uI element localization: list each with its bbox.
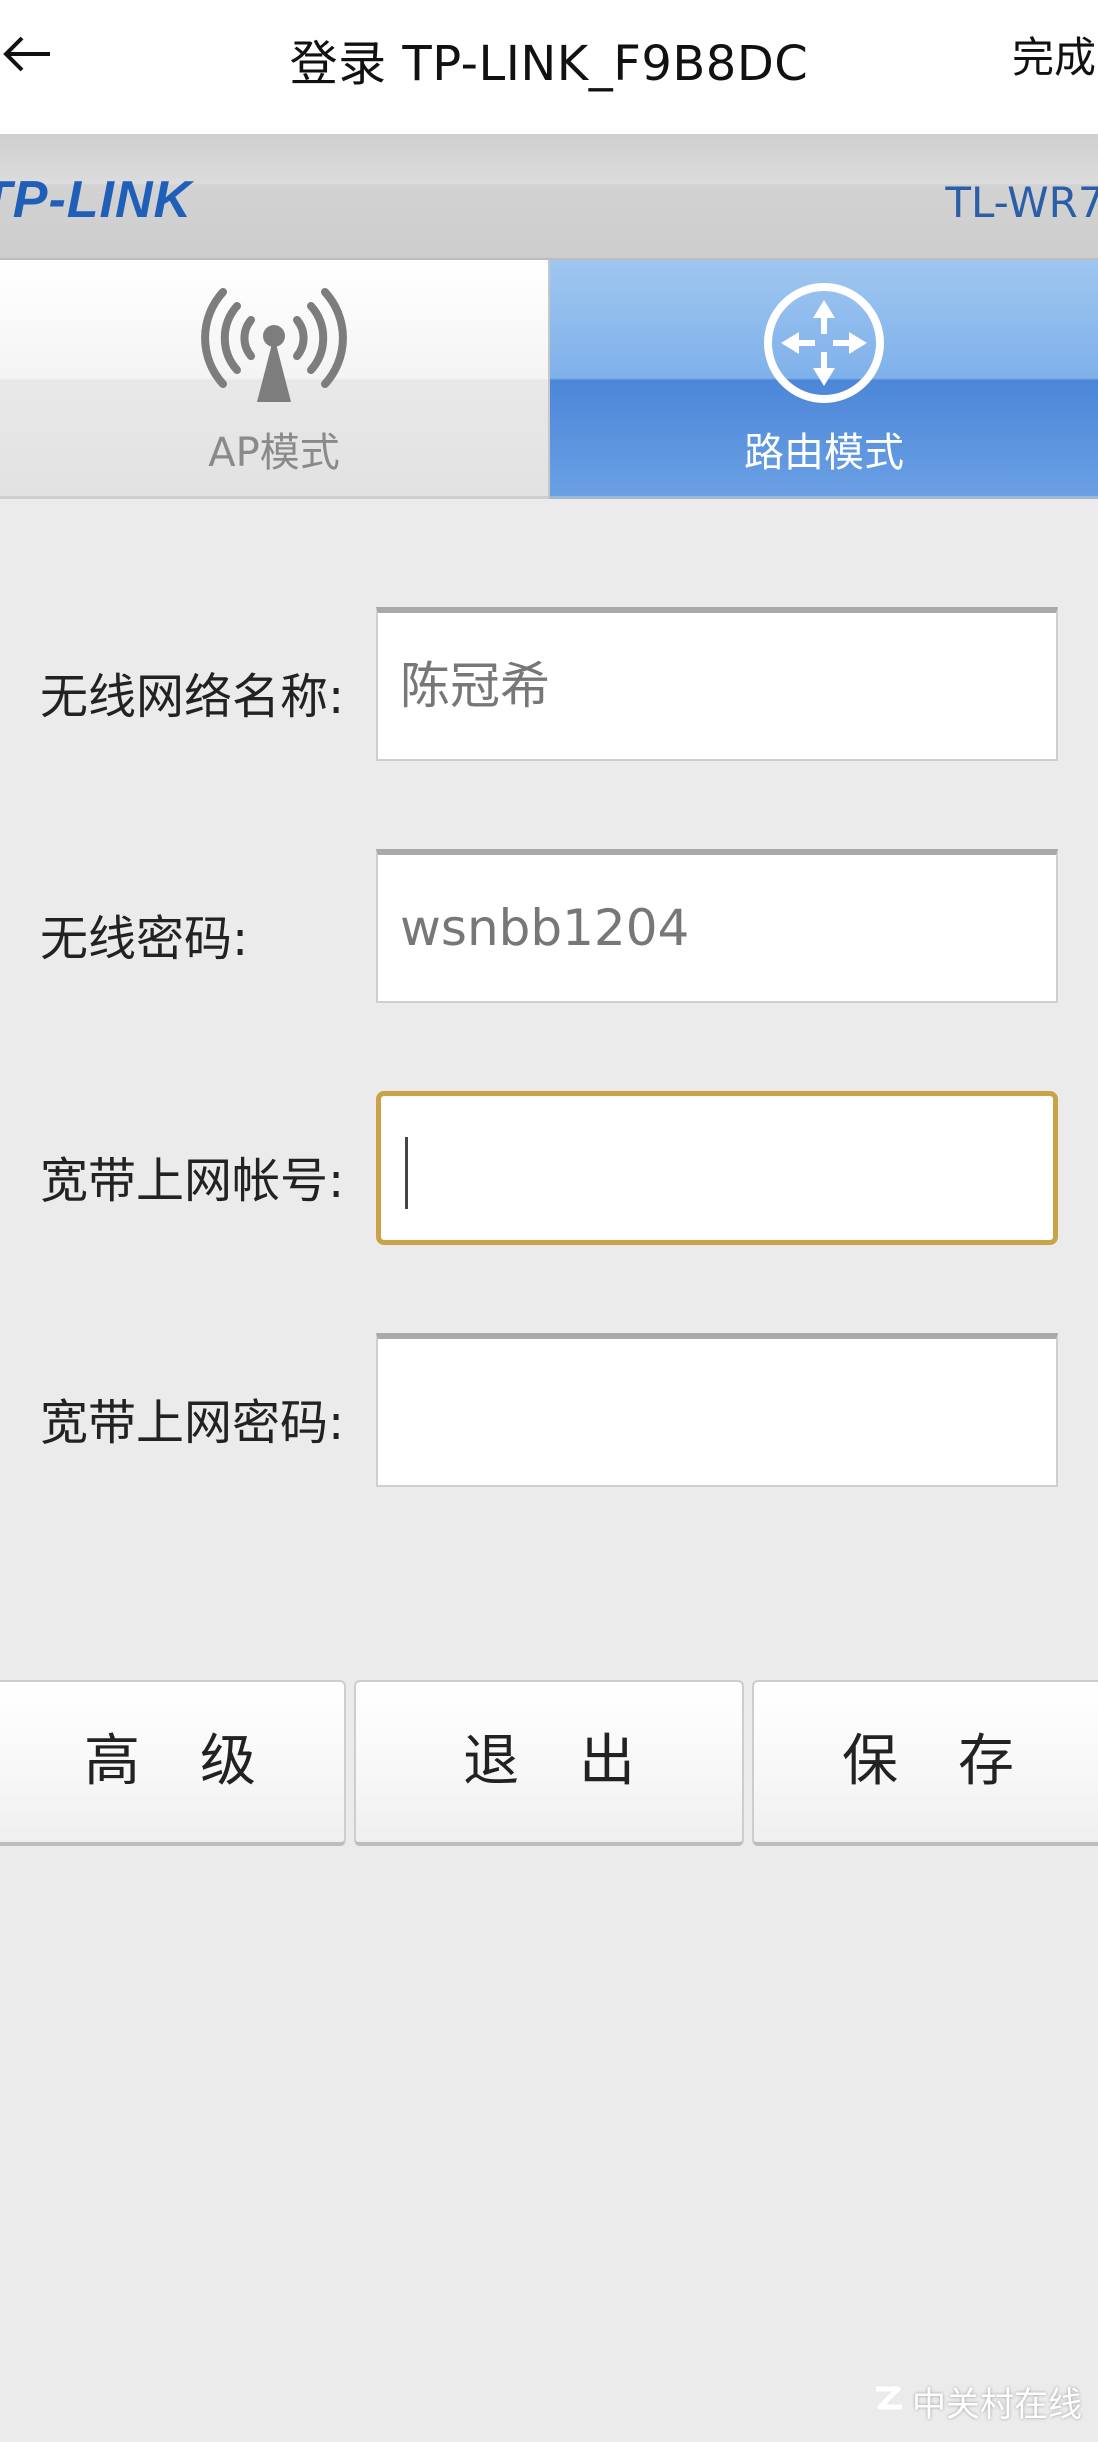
text-caret [405,1136,408,1209]
ssid-input[interactable]: 陈冠希 [376,607,1058,761]
wifi-password-label: 无线密码: [40,911,249,967]
mode-tabs: AP模式 路由模式 [0,260,1098,499]
watermark: 中关村在线 [872,2377,1082,2426]
ssid-label: 无线网络名称: [40,669,345,725]
ssid-row: 无线网络名称: 陈冠希 [0,607,1098,765]
pppoe-account-label: 宽带上网帐号: [40,1153,345,1209]
router-model: TL-WR700 [945,178,1098,227]
done-button[interactable]: 完成 [1012,24,1098,85]
wifi-password-input[interactable]: wsnbb1204 [376,849,1058,1003]
tab-ap-label: AP模式 [208,430,340,476]
wifi-password-row: 无线密码: wsnbb1204 [0,849,1098,1007]
pppoe-password-input[interactable] [376,1333,1058,1487]
pppoe-account-row: 宽带上网帐号: [0,1091,1098,1249]
pppoe-account-input[interactable] [376,1091,1058,1245]
router-arrows-icon [759,278,889,412]
watermark-text: 中关村在线 [912,2385,1082,2425]
page-title: 登录 TP-LINK_F9B8DC [289,36,809,92]
tp-link-logo: TP-LINK [0,171,193,229]
pppoe-password-label: 宽带上网密码: [40,1395,345,1451]
advanced-button[interactable]: 高级 [0,1680,346,1846]
exit-button[interactable]: 退出 [354,1680,744,1846]
wifi-antenna-icon [199,278,349,412]
router-header: TP-LINK TL-WR700 [0,134,1098,260]
navigation-bar: 登录 TP-LINK_F9B8DC 完成 [0,0,1098,134]
watermark-logo-icon [872,2382,906,2422]
tab-ap-mode[interactable]: AP模式 [0,260,548,499]
pppoe-password-row: 宽带上网密码: [0,1333,1098,1491]
tab-route-mode[interactable]: 路由模式 [550,260,1098,499]
tab-route-label: 路由模式 [744,430,904,476]
save-button[interactable]: 保存 [752,1680,1098,1846]
